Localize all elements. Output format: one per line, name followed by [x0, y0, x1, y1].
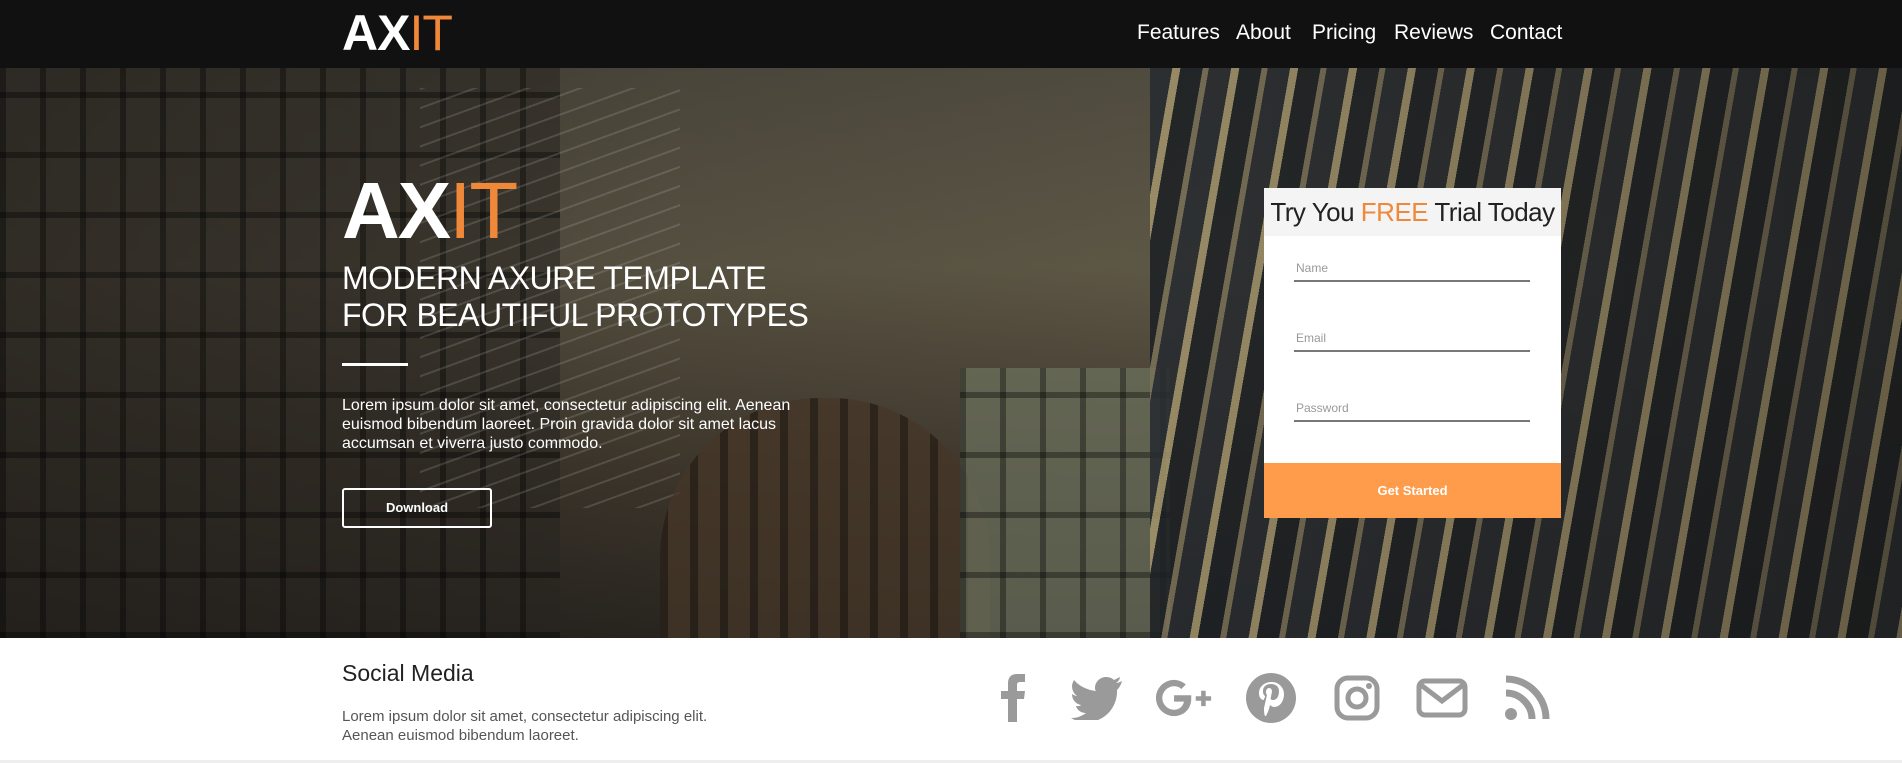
hero-title-line-1: MODERN AXURE TEMPLATE — [342, 260, 766, 296]
download-button[interactable]: Download — [342, 488, 492, 528]
hero-logo-ax: AX — [342, 166, 451, 255]
hero-logo: AXIT — [342, 171, 518, 251]
nav-item-reviews[interactable]: Reviews — [1394, 21, 1473, 45]
social-media-description: Lorem ipsum dolor sit amet, consectetur … — [342, 707, 772, 745]
top-navbar: AXIT Features About Pricing Reviews Cont… — [0, 0, 1902, 68]
email-placeholder: Email — [1296, 331, 1327, 345]
rss-icon[interactable] — [1499, 670, 1555, 726]
password-field[interactable]: Password — [1294, 394, 1530, 422]
signup-heading: Try You FREE Trial Today — [1264, 188, 1561, 236]
nav-menu: Features About Pricing Reviews Contact — [0, 0, 1902, 68]
instagram-icon[interactable] — [1329, 670, 1385, 726]
trial-signup-card: Try You FREE Trial Today Name Email Pass… — [1264, 188, 1561, 518]
get-started-button[interactable]: Get Started — [1264, 463, 1561, 518]
nav-item-pricing[interactable]: Pricing — [1312, 21, 1376, 45]
hero-logo-it: IT — [449, 166, 518, 255]
name-field[interactable]: Name — [1294, 254, 1530, 282]
hero-title-line-2: FOR BEAUTIFUL PROTOTYPES — [342, 297, 809, 333]
name-placeholder: Name — [1296, 261, 1329, 275]
pinterest-icon[interactable] — [1243, 670, 1299, 726]
background-building-middle — [960, 368, 1170, 638]
social-media-title: Social Media — [342, 660, 474, 686]
password-placeholder: Password — [1296, 401, 1349, 415]
social-text-line-1: Lorem ipsum dolor sit amet, consectetur … — [342, 708, 708, 725]
social-text-line-2: Aenean euismod bibendum laoreet. — [342, 727, 579, 744]
signup-heading-post: Trial Today — [1428, 197, 1555, 227]
nav-item-contact[interactable]: Contact — [1490, 21, 1562, 45]
facebook-icon[interactable] — [990, 670, 1046, 726]
email-field[interactable]: Email — [1294, 324, 1530, 352]
nav-item-features[interactable]: Features — [1137, 21, 1220, 45]
hero-title: MODERN AXURE TEMPLATE FOR BEAUTIFUL PROT… — [342, 260, 862, 334]
signup-heading-pre: Try You — [1270, 197, 1361, 227]
twitter-icon[interactable] — [1069, 670, 1125, 726]
nav-item-about[interactable]: About — [1236, 21, 1291, 45]
hero-divider — [342, 363, 408, 366]
hero-description: Lorem ipsum dolor sit amet, consectetur … — [342, 397, 791, 452]
email-icon[interactable] — [1414, 670, 1470, 726]
google-plus-icon[interactable] — [1156, 670, 1212, 726]
hero-section: AXIT MODERN AXURE TEMPLATE FOR BEAUTIFUL… — [0, 68, 1902, 638]
signup-heading-free: FREE — [1360, 197, 1429, 227]
